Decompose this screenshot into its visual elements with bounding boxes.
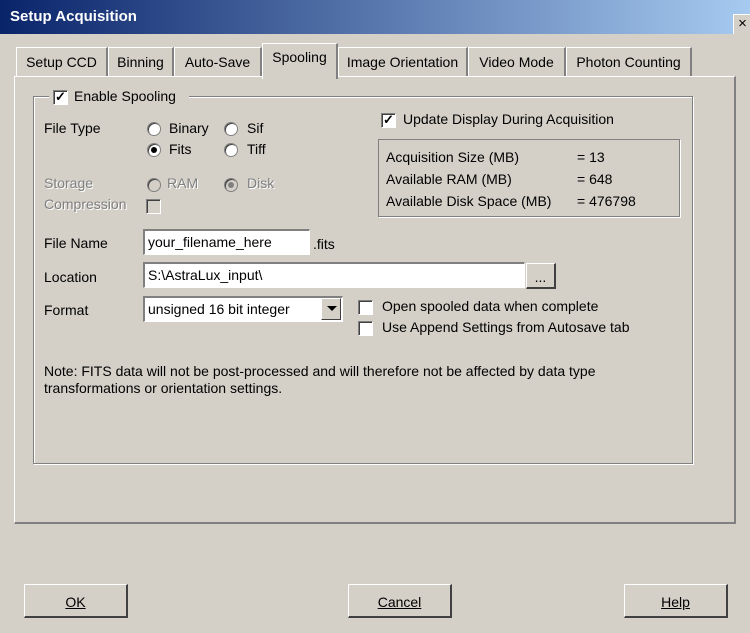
available-ram-value: = 648 <box>577 171 613 187</box>
window-title: Setup Acquisition <box>10 8 137 25</box>
append-settings-label: Use Append Settings from Autosave tab <box>382 319 630 335</box>
format-value: unsigned 16 bit integer <box>148 301 290 317</box>
tab-setup-ccd[interactable]: Setup CCD <box>16 47 108 77</box>
enable-spooling-checkbox[interactable]: ✓ <box>53 90 68 105</box>
cancel-button[interactable]: Cancel <box>348 584 452 618</box>
update-display-label: Update Display During Acquisition <box>403 111 614 127</box>
radio-binary[interactable] <box>147 122 161 136</box>
format-select[interactable]: unsigned 16 bit integer <box>143 296 343 322</box>
radio-fits-label: Fits <box>169 141 192 157</box>
acquisition-size-label: Acquisition Size (MB) <box>386 149 520 165</box>
close-button[interactable]: × <box>733 14 750 34</box>
storage-label: Storage <box>44 175 94 191</box>
file-extension: .fits <box>313 236 335 252</box>
help-button[interactable]: Help <box>624 584 728 618</box>
format-label: Format <box>44 302 89 318</box>
location-label: Location <box>44 269 97 285</box>
chevron-down-icon[interactable] <box>321 298 341 320</box>
open-spooled-checkbox[interactable] <box>358 300 373 315</box>
cancel-button-label: Cancel <box>377 594 422 610</box>
available-disk-label: Available Disk Space (MB) <box>386 193 552 209</box>
tab-binning[interactable]: Binning <box>108 47 174 77</box>
tab-video-mode[interactable]: Video Mode <box>468 47 566 77</box>
radio-tiff[interactable] <box>224 143 238 157</box>
tab-photon-counting[interactable]: Photon Counting <box>566 47 692 77</box>
radio-tiff-label: Tiff <box>247 141 266 157</box>
file-name-input[interactable]: your_filename_here <box>143 229 310 255</box>
available-disk-value: = 476798 <box>577 193 636 209</box>
radio-ram[interactable] <box>147 178 161 192</box>
radio-binary-label: Binary <box>169 120 209 136</box>
append-settings-checkbox[interactable] <box>358 321 373 336</box>
title-bar: Setup Acquisition <box>0 0 750 34</box>
tab-spooling[interactable]: Spooling <box>262 43 338 79</box>
ok-button-label: OK <box>65 594 86 610</box>
radio-disk-label: Disk <box>247 175 275 191</box>
file-name-label: File Name <box>44 235 108 251</box>
browse-button[interactable]: ... <box>526 263 556 289</box>
radio-disk[interactable] <box>224 178 238 192</box>
ok-button[interactable]: OK <box>24 584 128 618</box>
tab-auto-save[interactable]: Auto-Save <box>174 47 262 77</box>
open-spooled-label: Open spooled data when complete <box>382 298 599 314</box>
file-type-label: File Type <box>44 120 101 136</box>
radio-sif-label: Sif <box>247 120 264 136</box>
location-input[interactable]: S:\AstraLux_input\ <box>143 262 525 288</box>
compression-checkbox[interactable] <box>146 199 161 214</box>
available-ram-label: Available RAM (MB) <box>386 171 512 187</box>
acquisition-size-value: = 13 <box>577 149 605 165</box>
compression-label: Compression <box>44 196 127 212</box>
update-display-checkbox[interactable]: ✓ <box>381 113 396 128</box>
radio-ram-label: RAM <box>167 175 199 191</box>
tab-image-orientation[interactable]: Image Orientation <box>338 47 468 77</box>
fits-note: Note: FITS data will not be post-process… <box>44 363 596 396</box>
enable-spooling-label: Enable Spooling <box>74 88 176 104</box>
help-button-label: Help <box>661 594 690 610</box>
radio-fits[interactable] <box>147 143 161 157</box>
radio-sif[interactable] <box>224 122 238 136</box>
